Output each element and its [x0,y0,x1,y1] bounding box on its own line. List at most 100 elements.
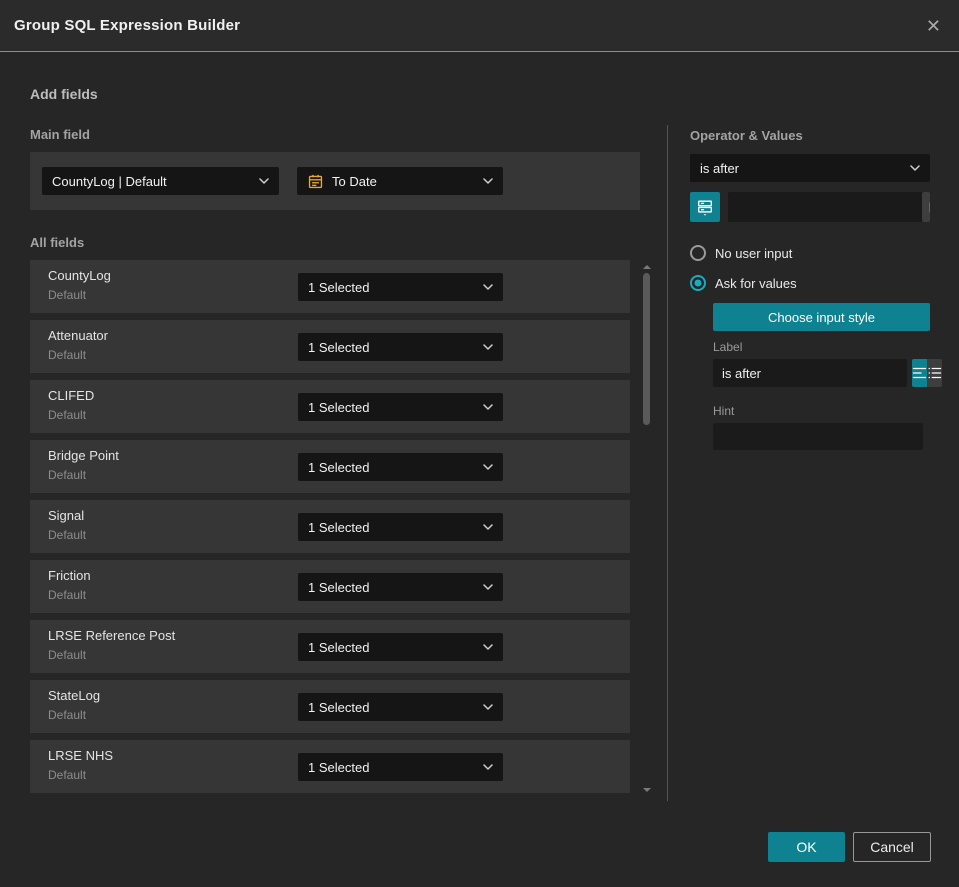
close-icon[interactable]: ✕ [922,15,945,37]
hint-caption: Hint [713,404,735,418]
calendar-icon [307,173,324,190]
field-name: LRSE NHS [48,748,114,763]
all-fields-list: CountyLog Default 1 Selected Attenuator … [30,260,630,800]
main-field-dropdown-value: CountyLog | Default [52,173,167,189]
field-row: CLIFED Default 1 Selected [30,380,630,433]
fields-list-scrollbar[interactable] [641,263,653,800]
scroll-down-arrow-icon[interactable] [643,788,651,792]
field-sublabel: Default [48,468,87,482]
field-sublabel: Default [48,408,87,422]
label-input-row [713,359,942,387]
chevron-down-icon [483,178,493,184]
field-row: Attenuator Default 1 Selected [30,320,630,373]
scrollbar-thumb[interactable] [643,273,650,425]
field-values-dropdown-value: 1 Selected [308,639,370,655]
dialog-header: Group SQL Expression Builder ✕ [0,0,959,52]
date-picker-button[interactable] [922,192,930,222]
field-values-dropdown-value: 1 Selected [308,699,370,715]
field-type-dropdown[interactable]: To Date [297,167,503,195]
main-field-box: CountyLog | Default To Date [30,152,640,210]
field-row: LRSE NHS Default 1 Selected [30,740,630,793]
field-sublabel: Default [48,288,87,302]
add-fields-heading: Add fields [30,86,98,102]
field-sublabel: Default [48,648,87,662]
field-values-dropdown-value: 1 Selected [308,459,370,475]
value-field-wrap [728,192,930,222]
field-type-dropdown-value: To Date [332,173,377,189]
chevron-down-icon [483,764,493,770]
radio-circle-icon [690,245,706,261]
main-field-label: Main field [30,127,90,142]
choose-input-style-button[interactable]: Choose input style [713,303,930,331]
value-input[interactable] [728,192,922,222]
ask-for-values-options: Choose input style Label is after Hint [713,303,942,450]
field-name: CLIFED [48,388,95,403]
field-values-dropdown-value: 1 Selected [308,759,370,775]
field-row: Bridge Point Default 1 Selected [30,440,630,493]
field-name: LRSE Reference Post [48,628,176,643]
field-name: Attenuator [48,328,108,343]
label-input[interactable] [713,359,907,387]
chevron-down-icon [483,704,493,710]
field-sublabel: Default [48,768,87,782]
field-name: Bridge Point [48,448,119,463]
cancel-button[interactable]: Cancel [853,832,931,862]
hint-input[interactable] [713,423,923,450]
chevron-down-icon [483,584,493,590]
chevron-down-icon [259,178,269,184]
field-row: LRSE Reference Post Default 1 Selected [30,620,630,673]
bullet-list-icon-button[interactable] [927,359,942,387]
label-caption: Label [713,340,743,354]
scroll-up-arrow-icon[interactable] [643,265,651,269]
field-row: Friction Default 1 Selected [30,560,630,613]
chevron-down-icon [483,464,493,470]
ok-button[interactable]: OK [768,832,845,862]
field-values-dropdown[interactable]: 1 Selected [298,633,503,661]
align-left-icon-button[interactable] [912,359,927,387]
operator-dropdown-value: is after [700,160,740,176]
panel-divider [667,125,668,801]
chevron-down-icon [483,284,493,290]
field-values-dropdown[interactable]: 1 Selected [298,693,503,721]
chevron-down-icon [910,165,920,171]
field-name: Friction [48,568,91,583]
field-values-dropdown-value: 1 Selected [308,579,370,595]
main-field-dropdown[interactable]: CountyLog | Default [42,167,279,195]
field-name: CountyLog [48,268,111,283]
field-values-dropdown[interactable]: 1 Selected [298,273,503,301]
field-values-dropdown-value: 1 Selected [308,519,370,535]
field-values-dropdown-value: 1 Selected [308,399,370,415]
field-sublabel: Default [48,348,87,362]
field-values-dropdown[interactable]: 1 Selected [298,573,503,601]
field-row: Signal Default 1 Selected [30,500,630,553]
radio-no-user-input-label: No user input [715,245,793,261]
dialog-title: Group SQL Expression Builder [14,17,241,34]
value-input-row [690,192,930,222]
field-row: CountyLog Default 1 Selected [30,260,630,313]
field-values-dropdown[interactable]: 1 Selected [298,453,503,481]
chevron-down-icon [483,524,493,530]
field-values-dropdown[interactable]: 1 Selected [298,513,503,541]
group-sql-expression-builder-dialog: Group SQL Expression Builder ✕ Add field… [0,0,959,887]
all-fields-label: All fields [30,235,85,250]
chevron-down-icon [483,644,493,650]
radio-circle-icon [690,275,706,291]
field-values-dropdown[interactable]: 1 Selected [298,333,503,361]
field-sublabel: Default [48,528,87,542]
field-values-dropdown[interactable]: 1 Selected [298,753,503,781]
operator-dropdown[interactable]: is after [690,154,930,182]
field-name: StateLog [48,688,101,703]
radio-ask-for-values[interactable]: Ask for values [690,275,797,291]
operator-values-heading: Operator & Values [690,128,803,143]
field-sublabel: Default [48,708,87,722]
field-row: StateLog Default 1 Selected [30,680,630,733]
field-values-dropdown-value: 1 Selected [308,279,370,295]
chevron-down-icon [483,344,493,350]
radio-ask-for-values-label: Ask for values [715,275,797,291]
radio-no-user-input[interactable]: No user input [690,245,792,261]
field-values-dropdown[interactable]: 1 Selected [298,393,503,421]
field-sublabel: Default [48,588,87,602]
field-values-dropdown-value: 1 Selected [308,339,370,355]
field-name: Signal [48,508,85,523]
unique-values-button[interactable] [690,192,720,222]
